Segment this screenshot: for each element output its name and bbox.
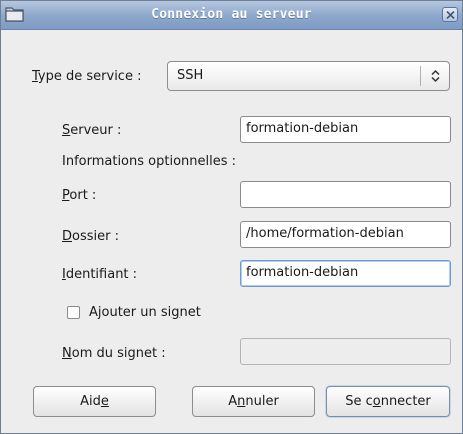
updown-arrows-icon <box>431 69 440 83</box>
folder-label: Dossier : <box>62 229 119 244</box>
connect-to-server-dialog: Connexion au serveur Type de service : S… <box>0 0 463 434</box>
username-label: Identifiant : <box>62 267 138 282</box>
service-type-value: SSH <box>177 68 204 83</box>
close-button[interactable] <box>442 7 458 22</box>
port-label: Port : <box>62 188 97 203</box>
add-bookmark-label[interactable]: Ajouter un signet <box>89 305 201 320</box>
server-input[interactable]: formation-debian <box>240 116 451 143</box>
folder-input[interactable]: /home/formation-debian <box>240 221 451 248</box>
combo-separator <box>420 66 421 86</box>
service-type-combo[interactable]: SSH <box>167 61 450 91</box>
title-bar[interactable]: Connexion au serveur <box>1 1 462 30</box>
server-label: Serveur : <box>62 123 122 138</box>
bookmark-name-input[interactable] <box>240 338 451 365</box>
bookmark-name-label: Nom du signet : <box>62 346 166 361</box>
close-icon <box>446 11 455 19</box>
username-input[interactable]: formation-debian <box>240 260 451 287</box>
help-button[interactable]: Aide <box>33 386 156 417</box>
port-input[interactable] <box>240 181 451 208</box>
add-bookmark-checkbox[interactable] <box>67 306 80 319</box>
connect-button[interactable]: Se connecter <box>326 386 450 417</box>
cancel-button[interactable]: Annuler <box>192 386 315 417</box>
window-title: Connexion au serveur <box>151 7 312 22</box>
service-type-label: Type de service : <box>32 69 142 84</box>
optional-info-heading: Informations optionnelles : <box>62 154 237 169</box>
